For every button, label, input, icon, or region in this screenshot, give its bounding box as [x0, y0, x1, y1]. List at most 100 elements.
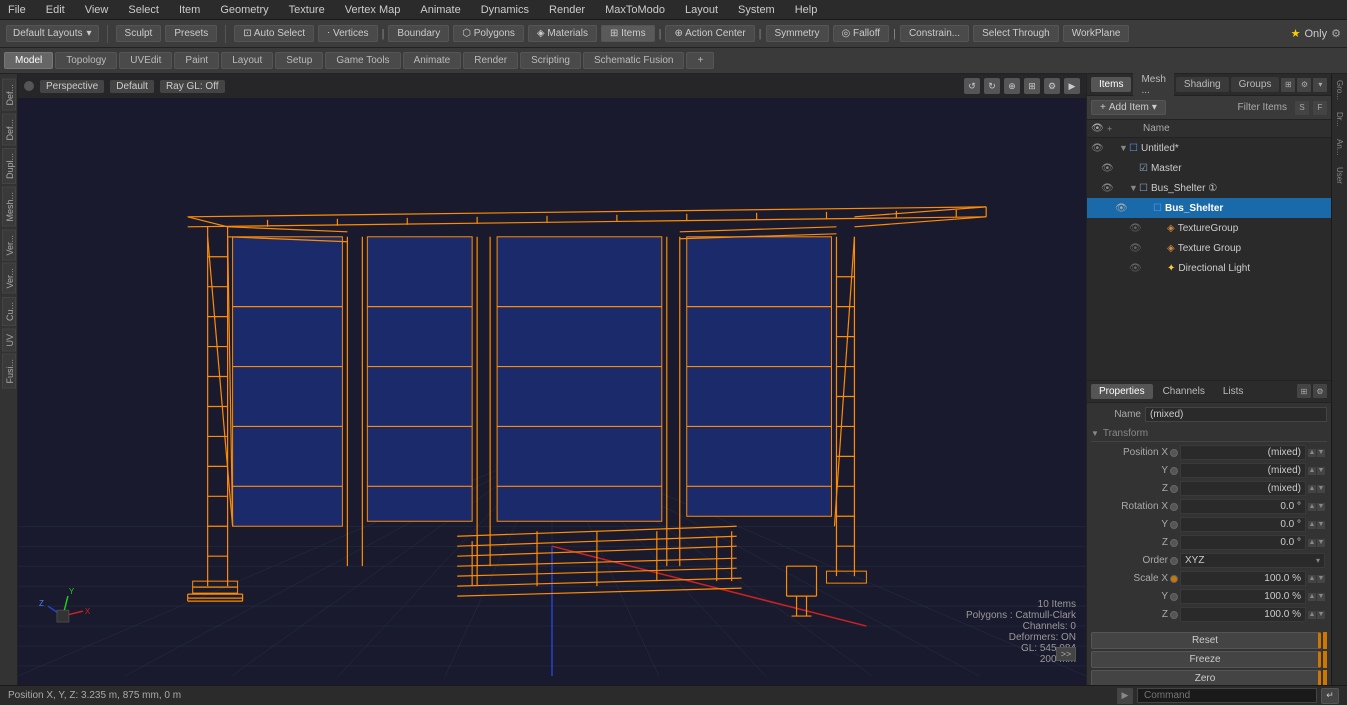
rot-x-value[interactable]: 0.0 ° [1180, 499, 1306, 514]
menu-file[interactable]: File [4, 4, 30, 16]
rot-y-dot[interactable] [1170, 521, 1178, 529]
menu-animate[interactable]: Animate [416, 4, 464, 16]
materials-btn[interactable]: ◈ Materials [528, 25, 597, 42]
rot-z-value[interactable]: 0.0 ° [1180, 535, 1306, 550]
zero-btn[interactable]: Zero [1091, 670, 1321, 686]
tree-item-bus-shelter-mesh[interactable]: 👁 ☐ Bus_Shelter [1087, 198, 1331, 218]
props-tab-lists[interactable]: Lists [1215, 384, 1252, 399]
menu-help[interactable]: Help [791, 4, 822, 16]
boundary-btn[interactable]: Boundary [388, 25, 449, 42]
menu-item[interactable]: Item [175, 4, 204, 16]
fit-icon[interactable]: ⊕ [1004, 78, 1020, 94]
order-dropdown[interactable]: XYZ ▾ [1180, 553, 1325, 568]
tab-uvedit[interactable]: UVEdit [119, 52, 172, 69]
scl-z-dn[interactable]: ▼ [1317, 611, 1325, 619]
settings-icon[interactable]: ⚙ [1044, 78, 1060, 94]
presets-btn[interactable]: Presets [165, 25, 217, 42]
scl-z-up[interactable]: ▲ [1308, 611, 1316, 619]
menu-geometry[interactable]: Geometry [216, 4, 272, 16]
rp-settings-icon[interactable]: ⚙ [1297, 78, 1311, 92]
left-tab-ver1[interactable]: Ver... [2, 230, 16, 261]
scl-x-up[interactable]: ▲ [1308, 575, 1316, 583]
transform-arrow[interactable]: ▼ [1091, 429, 1099, 438]
rot-z-dn[interactable]: ▼ [1317, 539, 1325, 547]
name-input[interactable] [1145, 407, 1327, 422]
scl-y-dot[interactable] [1170, 593, 1178, 601]
props-settings-btn[interactable]: ⚙ [1313, 384, 1327, 398]
rot-y-value[interactable]: 0.0 ° [1180, 517, 1306, 532]
viewport-dot[interactable] [24, 81, 34, 91]
rotate-icon[interactable]: ↺ [964, 78, 980, 94]
add-item-btn[interactable]: + Add Item ▾ [1091, 100, 1166, 115]
tab-topology[interactable]: Topology [55, 52, 117, 69]
workplane-btn[interactable]: WorkPlane [1063, 25, 1130, 42]
command-input[interactable] [1137, 688, 1317, 703]
constrain-btn[interactable]: Constrain... [900, 25, 969, 42]
tree-item-dir-light[interactable]: 👁 ✦ Directional Light [1087, 258, 1331, 278]
command-enter-btn[interactable]: ↵ [1321, 688, 1339, 704]
ray-gl-label[interactable]: Ray GL: Off [160, 80, 225, 93]
command-run-btn[interactable]: ▶ [1117, 688, 1133, 704]
scl-z-dot[interactable] [1170, 611, 1178, 619]
viewport[interactable]: Perspective Default Ray GL: Off ↺ ↻ ⊕ ⊞ … [18, 74, 1086, 685]
tab-add[interactable]: + [686, 52, 714, 69]
rot-z-dot[interactable] [1170, 539, 1178, 547]
pos-x-up[interactable]: ▲ [1308, 449, 1316, 457]
menu-dynamics[interactable]: Dynamics [477, 4, 533, 16]
symmetry-btn[interactable]: Symmetry [766, 25, 829, 42]
edge-tab-dr[interactable]: Dr... [1333, 106, 1346, 133]
pos-z-dn[interactable]: ▼ [1317, 485, 1325, 493]
left-tab-cu[interactable]: Cu... [2, 297, 16, 326]
menu-texture[interactable]: Texture [285, 4, 329, 16]
sculpt-btn[interactable]: Sculpt [116, 25, 162, 42]
pos-z-up[interactable]: ▲ [1308, 485, 1316, 493]
menu-select[interactable]: Select [124, 4, 163, 16]
tab-animate[interactable]: Animate [403, 52, 462, 69]
pos-y-dot[interactable] [1170, 467, 1178, 475]
redo-icon[interactable]: ↻ [984, 78, 1000, 94]
props-tab-channels[interactable]: Channels [1155, 384, 1213, 399]
left-tab-uv[interactable]: UV [2, 329, 16, 352]
pos-y-dn[interactable]: ▼ [1317, 467, 1325, 475]
default-label[interactable]: Default [110, 80, 154, 93]
expand-untitled[interactable]: ▼ [1119, 143, 1129, 153]
play-icon[interactable]: ▶ [1064, 78, 1080, 94]
menu-layout[interactable]: Layout [681, 4, 722, 16]
rp-tab-items[interactable]: Items [1091, 77, 1131, 92]
layout-dropdown[interactable]: Default Layouts ▾ [6, 25, 99, 42]
menu-maxtomodo[interactable]: MaxToModo [601, 4, 669, 16]
menu-view[interactable]: View [81, 4, 113, 16]
menu-vertex-map[interactable]: Vertex Map [341, 4, 405, 16]
rp-expand-icon[interactable]: ⊞ [1281, 78, 1295, 92]
filter-f-btn[interactable]: F [1313, 101, 1327, 115]
rot-y-up[interactable]: ▲ [1308, 521, 1316, 529]
action-center-btn[interactable]: ⊕ Action Center [665, 25, 754, 42]
menu-render[interactable]: Render [545, 4, 589, 16]
tab-schematic-fusion[interactable]: Schematic Fusion [583, 52, 684, 69]
rp-tab-shading[interactable]: Shading [1176, 77, 1229, 92]
reset-btn[interactable]: Reset [1091, 632, 1321, 649]
props-tab-properties[interactable]: Properties [1091, 384, 1153, 399]
tree-item-texture-group2[interactable]: 👁 ◈ Texture Group [1087, 238, 1331, 258]
polygons-btn[interactable]: ⬡ Polygons [453, 25, 524, 42]
scl-x-dn[interactable]: ▼ [1317, 575, 1325, 583]
rot-x-dot[interactable] [1170, 503, 1178, 511]
tab-paint[interactable]: Paint [174, 52, 219, 69]
select-through-btn[interactable]: Select Through [973, 25, 1059, 42]
pos-z-value[interactable]: (mixed) [1180, 481, 1306, 496]
vertices-btn[interactable]: ⋅ Vertices [318, 25, 378, 42]
left-tab-def2[interactable]: Def... [2, 114, 16, 146]
pos-z-dot[interactable] [1170, 485, 1178, 493]
tab-scripting[interactable]: Scripting [520, 52, 581, 69]
expand-bus-p[interactable]: ▼ [1129, 183, 1139, 193]
scl-y-value[interactable]: 100.0 % [1180, 589, 1306, 604]
tab-model[interactable]: Model [4, 52, 53, 69]
edge-tab-an[interactable]: An... [1333, 133, 1346, 161]
edge-tab-gro[interactable]: Gro... [1333, 74, 1346, 106]
tab-render[interactable]: Render [463, 52, 518, 69]
tab-setup[interactable]: Setup [275, 52, 323, 69]
falloff-btn[interactable]: ◎ Falloff [833, 25, 890, 42]
scl-x-dot[interactable] [1170, 575, 1178, 583]
menu-edit[interactable]: Edit [42, 4, 69, 16]
tree-item-bus-shelter-parent[interactable]: 👁 ▼ ☐ Bus_Shelter ① [1087, 178, 1331, 198]
